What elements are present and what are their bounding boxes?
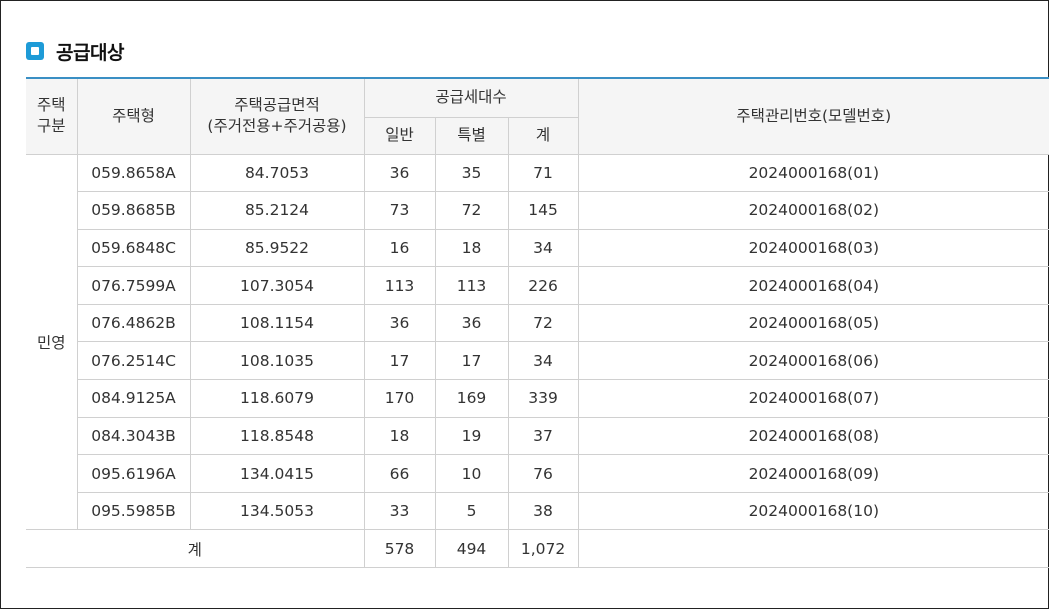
- cell-mgmt-no: 2024000168(03): [577, 228, 1049, 268]
- cell-general: 16: [363, 228, 436, 268]
- cell-type: 059.8685B: [77, 191, 191, 230]
- table-row: 076.2514C 108.1035 17 17 34 2024000168(0…: [26, 341, 1049, 381]
- table-body: 민영 059.8658A 84.7053 36 35 71 2024000168…: [26, 153, 1049, 531]
- cell-general: 113: [363, 266, 436, 305]
- table-header: 주택 구분 주택형 주택공급면적 (주거전용+주거공용) 공급세대수 주택관리번…: [26, 77, 1049, 155]
- cell-type: 076.7599A: [77, 266, 191, 305]
- header-general: 일반: [364, 116, 436, 155]
- cell-general: 18: [363, 416, 436, 456]
- cell-special: 10: [434, 454, 509, 493]
- cell-total: 226: [507, 266, 579, 305]
- header-special: 특별: [434, 116, 509, 155]
- table-row: 095.5985B 134.5053 33 5 38 2024000168(10…: [26, 491, 1049, 531]
- section-header: 공급대상: [26, 37, 124, 65]
- cell-type: 076.4862B: [77, 303, 191, 343]
- table-footer: 계 578 494 1,072: [26, 529, 1049, 569]
- cell-type: 076.2514C: [77, 341, 191, 381]
- cell-area: 85.2124: [189, 191, 365, 230]
- cell-special: 35: [434, 153, 509, 193]
- table-row: 059.8685B 85.2124 73 72 145 2024000168(0…: [26, 191, 1049, 230]
- table-row: 076.4862B 108.1154 36 36 72 2024000168(0…: [26, 303, 1049, 343]
- cell-mgmt-no: 2024000168(04): [577, 266, 1049, 305]
- cell-general: 170: [363, 379, 436, 418]
- total-sum: 1,072: [507, 529, 579, 569]
- cell-mgmt-no: 2024000168(10): [577, 491, 1049, 531]
- cell-mgmt-no: 2024000168(07): [577, 379, 1049, 418]
- header-mgmt-no: 주택관리번호(모델번호): [577, 77, 1049, 155]
- cell-total: 76: [507, 454, 579, 493]
- table-row: 민영 059.8658A 84.7053 36 35 71 2024000168…: [26, 153, 1049, 531]
- supply-table: 주택 구분 주택형 주택공급면적 (주거전용+주거공용) 공급세대수 주택관리번…: [26, 77, 1049, 569]
- header-house-type: 주택형: [76, 77, 191, 155]
- header-area: 주택공급면적 (주거전용+주거공용): [189, 77, 365, 155]
- cell-type: 095.6196A: [77, 454, 191, 493]
- total-label: 계: [26, 529, 365, 569]
- table-row: 076.7599A 107.3054 113 113 226 202400016…: [26, 266, 1049, 305]
- table-row: 084.9125A 118.6079 170 169 339 202400016…: [26, 379, 1049, 418]
- cell-mgmt-no: 2024000168(08): [577, 416, 1049, 456]
- cell-total: 37: [507, 416, 579, 456]
- cell-special: 113: [434, 266, 509, 305]
- cell-special: 19: [434, 416, 509, 456]
- cell-type: 084.3043B: [77, 416, 191, 456]
- cell-total: 72: [507, 303, 579, 343]
- cell-mgmt-no: 2024000168(09): [577, 454, 1049, 493]
- cell-type: 084.9125A: [77, 379, 191, 418]
- cell-type: 059.6848C: [77, 228, 191, 268]
- cell-special: 18: [434, 228, 509, 268]
- cell-general: 73: [363, 191, 436, 230]
- cell-area: 85.9522: [189, 228, 365, 268]
- category-cell: 민영: [26, 153, 78, 531]
- cell-area: 134.0415: [189, 454, 365, 493]
- cell-total: 38: [507, 491, 579, 531]
- cell-total: 34: [507, 228, 579, 268]
- header-supply-count: 공급세대수: [363, 77, 579, 118]
- cell-area: 108.1035: [189, 341, 365, 381]
- cell-special: 169: [434, 379, 509, 418]
- cell-special: 36: [434, 303, 509, 343]
- cell-mgmt-no: 2024000168(01): [577, 153, 1049, 193]
- cell-area: 107.3054: [189, 266, 365, 305]
- cell-type: 059.8658A: [76, 153, 191, 193]
- cell-mgmt-no: 2024000168(06): [577, 341, 1049, 381]
- section-title: 공급대상: [56, 41, 124, 64]
- cell-special: 72: [434, 191, 509, 230]
- cell-special: 5: [434, 491, 509, 531]
- cell-general: 36: [363, 153, 436, 193]
- cell-area: 118.6079: [189, 379, 365, 418]
- total-mgmt-no: [577, 529, 1049, 569]
- header-total: 계: [507, 116, 579, 155]
- cell-mgmt-no: 2024000168(05): [577, 303, 1049, 343]
- cell-total: 34: [507, 341, 579, 381]
- page-frame: 공급대상 주택 구분 주택형 주택공급면적 (주거전용+주거공용) 공급세대수 …: [0, 0, 1049, 609]
- cell-area: 108.1154: [189, 303, 365, 343]
- total-row: 계 578 494 1,072: [26, 529, 1049, 569]
- cell-general: 66: [363, 454, 436, 493]
- cell-general: 36: [363, 303, 436, 343]
- cell-total: 145: [507, 191, 579, 230]
- cell-total: 71: [507, 153, 579, 193]
- square-bullet-icon: [26, 42, 44, 60]
- cell-general: 33: [363, 491, 436, 531]
- cell-mgmt-no: 2024000168(02): [577, 191, 1049, 230]
- header-type-group: 주택 구분: [26, 77, 78, 155]
- cell-area: 84.7053: [189, 153, 365, 193]
- total-general: 578: [363, 529, 436, 569]
- cell-area: 118.8548: [189, 416, 365, 456]
- cell-special: 17: [434, 341, 509, 381]
- table-row: 059.6848C 85.9522 16 18 34 2024000168(03…: [26, 228, 1049, 268]
- cell-general: 17: [363, 341, 436, 381]
- total-special: 494: [434, 529, 509, 569]
- cell-type: 095.5985B: [77, 491, 191, 531]
- cell-total: 339: [507, 379, 579, 418]
- table-row: 084.3043B 118.8548 18 19 37 2024000168(0…: [26, 416, 1049, 456]
- cell-area: 134.5053: [189, 491, 365, 531]
- table-row: 095.6196A 134.0415 66 10 76 2024000168(0…: [26, 454, 1049, 493]
